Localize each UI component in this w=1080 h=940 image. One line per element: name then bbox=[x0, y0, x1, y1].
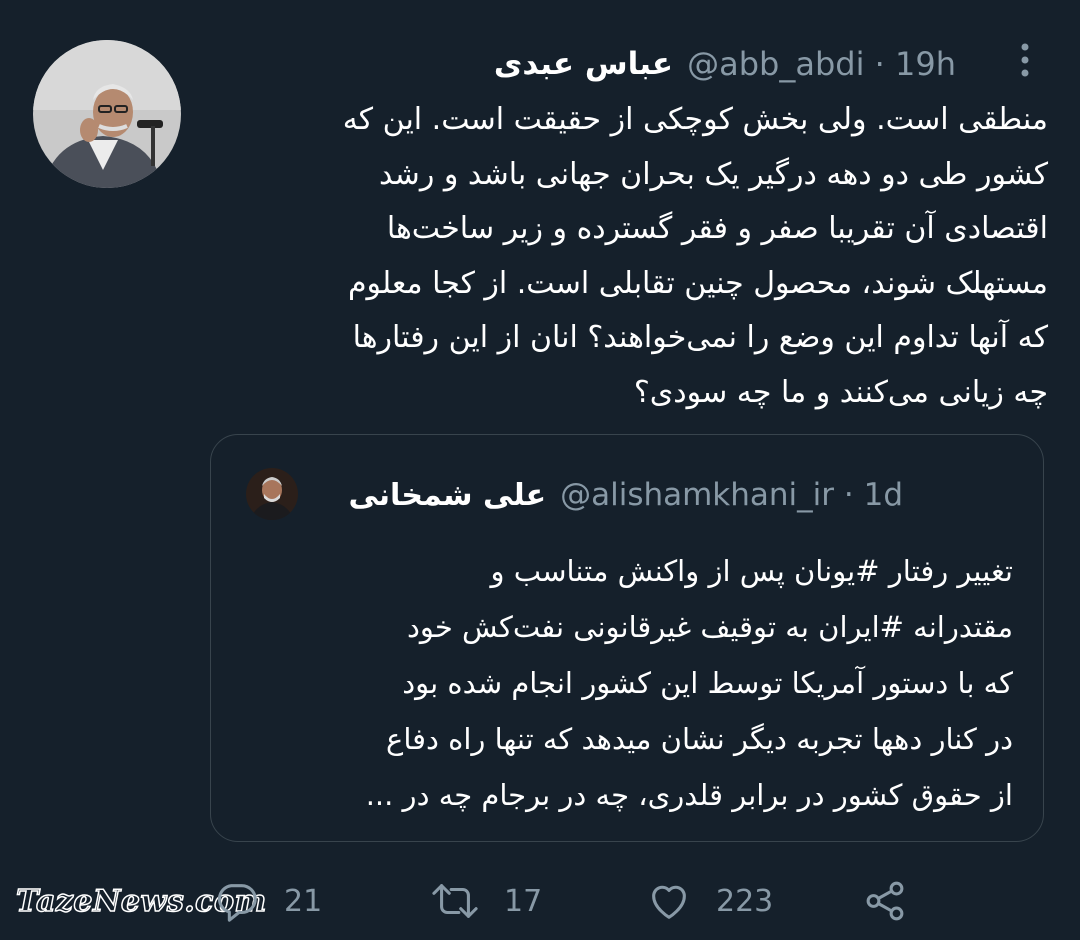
tweet-text-line: کشور طی دو دهه درگیر یک بحران جهانی باشد… bbox=[378, 156, 1048, 192]
meta-separator: · bbox=[864, 45, 895, 83]
tweet-header: عباس عبدی @abb_abdi · 19h bbox=[494, 38, 956, 90]
tweet-text-line: که آنها تداوم این وضع را نمی‌خواهند؟ انا… bbox=[352, 320, 1048, 355]
like-button[interactable]: 223 bbox=[646, 876, 773, 926]
quoted-text-line: مقتدرانه #ایران به توقیف غیرقانونی نفت‌ک… bbox=[407, 610, 1013, 644]
reply-icon[interactable] bbox=[214, 878, 260, 924]
reply-button[interactable]: 21 bbox=[214, 876, 322, 926]
tweet-text-line: مستهلک شوند، محصول چنین تقابلی است. از ک… bbox=[347, 265, 1048, 301]
quoted-tweet-text: تغییر رفتار #یونان پس از واکنش متناسب و … bbox=[233, 543, 1013, 823]
author-name[interactable]: عباس عبدی bbox=[494, 46, 673, 82]
author-avatar[interactable] bbox=[33, 40, 181, 188]
quoted-text-line: از حقوق کشور در برابر قلدری، چه در برجام… bbox=[365, 778, 1013, 812]
like-count: 223 bbox=[716, 883, 774, 919]
retweet-count: 17 bbox=[504, 883, 543, 919]
reply-count: 21 bbox=[284, 883, 323, 919]
tweet-text-line: منطقی است. ولی بخش کوچکی از حقیقت است. ا… bbox=[342, 102, 1048, 137]
quoted-tweet-header: علی شمخانی @alishamkhani_ir · 1d bbox=[348, 470, 903, 520]
quoted-author-name[interactable]: علی شمخانی bbox=[348, 478, 546, 513]
more-vertical-icon[interactable] bbox=[1010, 42, 1040, 78]
tweet-text-line: اقتصادی آن تقریبا صفر و فقر گسترده و زیر… bbox=[386, 211, 1048, 246]
retweet-button[interactable]: 17 bbox=[430, 876, 542, 926]
quoted-text-line: در کنار دهها تجربه دیگر نشان میدهد که تن… bbox=[386, 722, 1013, 756]
quoted-tweet-card[interactable]: علی شمخانی @alishamkhani_ir · 1d تغییر ر… bbox=[210, 434, 1044, 842]
share-icon[interactable] bbox=[862, 878, 908, 924]
quoted-author-avatar[interactable] bbox=[246, 468, 298, 520]
author-handle[interactable]: @abb_abdi bbox=[687, 45, 864, 83]
quoted-text-line: تغییر رفتار #یونان پس از واکنش متناسب و bbox=[490, 554, 1013, 588]
retweet-icon[interactable] bbox=[430, 878, 480, 924]
tweet-text: منطقی است. ولی بخش کوچکی از حقیقت است. ا… bbox=[218, 93, 1048, 420]
tweet-text-line: چه زیانی می‌کنند و ما چه سودی؟ bbox=[633, 374, 1048, 410]
share-button[interactable] bbox=[862, 876, 908, 926]
quoted-text-line: که با دستور آمریکا توسط این کشور انجام ش… bbox=[402, 666, 1013, 700]
quoted-author-handle[interactable]: @alishamkhani_ir bbox=[560, 477, 834, 513]
heart-icon[interactable] bbox=[646, 878, 692, 924]
quoted-meta-separator: · bbox=[834, 477, 864, 513]
quoted-tweet-time[interactable]: 1d bbox=[864, 477, 903, 513]
tweet-time[interactable]: 19h bbox=[895, 45, 956, 83]
